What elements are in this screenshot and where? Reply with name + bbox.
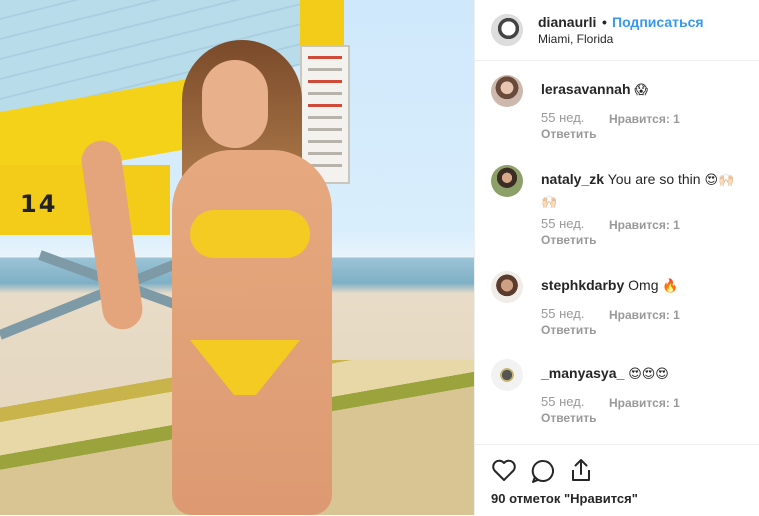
post-actions: 90 отметок "Нравится" xyxy=(475,444,759,516)
commenter-avatar[interactable] xyxy=(491,165,523,197)
comment-likes[interactable]: Нравится: 1 xyxy=(609,218,680,232)
comment-username[interactable]: stephkdarby xyxy=(541,277,624,293)
post-photo[interactable]: 14 xyxy=(0,0,474,515)
reply-button[interactable]: Ответить xyxy=(541,233,596,247)
share-icon[interactable] xyxy=(569,457,593,488)
comment-username[interactable]: _manyasya_ xyxy=(541,365,624,381)
comment-emoji: 🔥 xyxy=(662,279,679,294)
reply-button[interactable]: Ответить xyxy=(541,127,596,141)
comment-username[interactable]: lerasavannah xyxy=(541,81,631,97)
comment-emoji: 😍😍😍 xyxy=(628,367,669,382)
likes-count[interactable]: 90 отметок "Нравится" xyxy=(491,491,638,506)
reply-button[interactable]: Ответить xyxy=(541,323,596,337)
comment-emoji: 😱 xyxy=(634,83,648,98)
comment-time[interactable]: 55 нед. xyxy=(541,394,584,409)
author-avatar[interactable] xyxy=(491,14,523,46)
tower-number: 14 xyxy=(20,190,58,218)
heart-icon[interactable] xyxy=(491,458,517,487)
commenter-avatar[interactable] xyxy=(491,75,523,107)
comment-time[interactable]: 55 нед. xyxy=(541,110,584,125)
author-username[interactable]: dianaurli xyxy=(538,14,596,30)
comment-username[interactable]: nataly_zk xyxy=(541,171,604,187)
comment-likes[interactable]: Нравится: 1 xyxy=(609,396,680,410)
comment-time[interactable]: 55 нед. xyxy=(541,216,584,231)
post-header: dianaurli • Подписаться Miami, Florida xyxy=(475,0,759,61)
comment-text: You are so thin xyxy=(607,171,701,187)
comment-likes[interactable]: Нравится: 1 xyxy=(609,308,680,322)
comment-time[interactable]: 55 нед. xyxy=(541,306,584,321)
comment-text: Omg xyxy=(628,277,659,293)
commenter-avatar[interactable] xyxy=(491,359,523,391)
comments-list[interactable]: lerasavannah 😱 55 нед. Нравится: 1 Ответ… xyxy=(475,61,759,444)
post-sidebar: dianaurli • Подписаться Miami, Florida l… xyxy=(474,0,759,515)
commenter-avatar[interactable] xyxy=(491,271,523,303)
follow-button[interactable]: Подписаться xyxy=(612,14,704,30)
reply-button[interactable]: Ответить xyxy=(541,411,596,425)
location-link[interactable]: Miami, Florida xyxy=(538,32,613,46)
comment-likes[interactable]: Нравится: 1 xyxy=(609,112,680,126)
woman-figure xyxy=(78,40,342,515)
separator-dot: • xyxy=(602,14,607,30)
comment-icon[interactable] xyxy=(530,458,556,489)
